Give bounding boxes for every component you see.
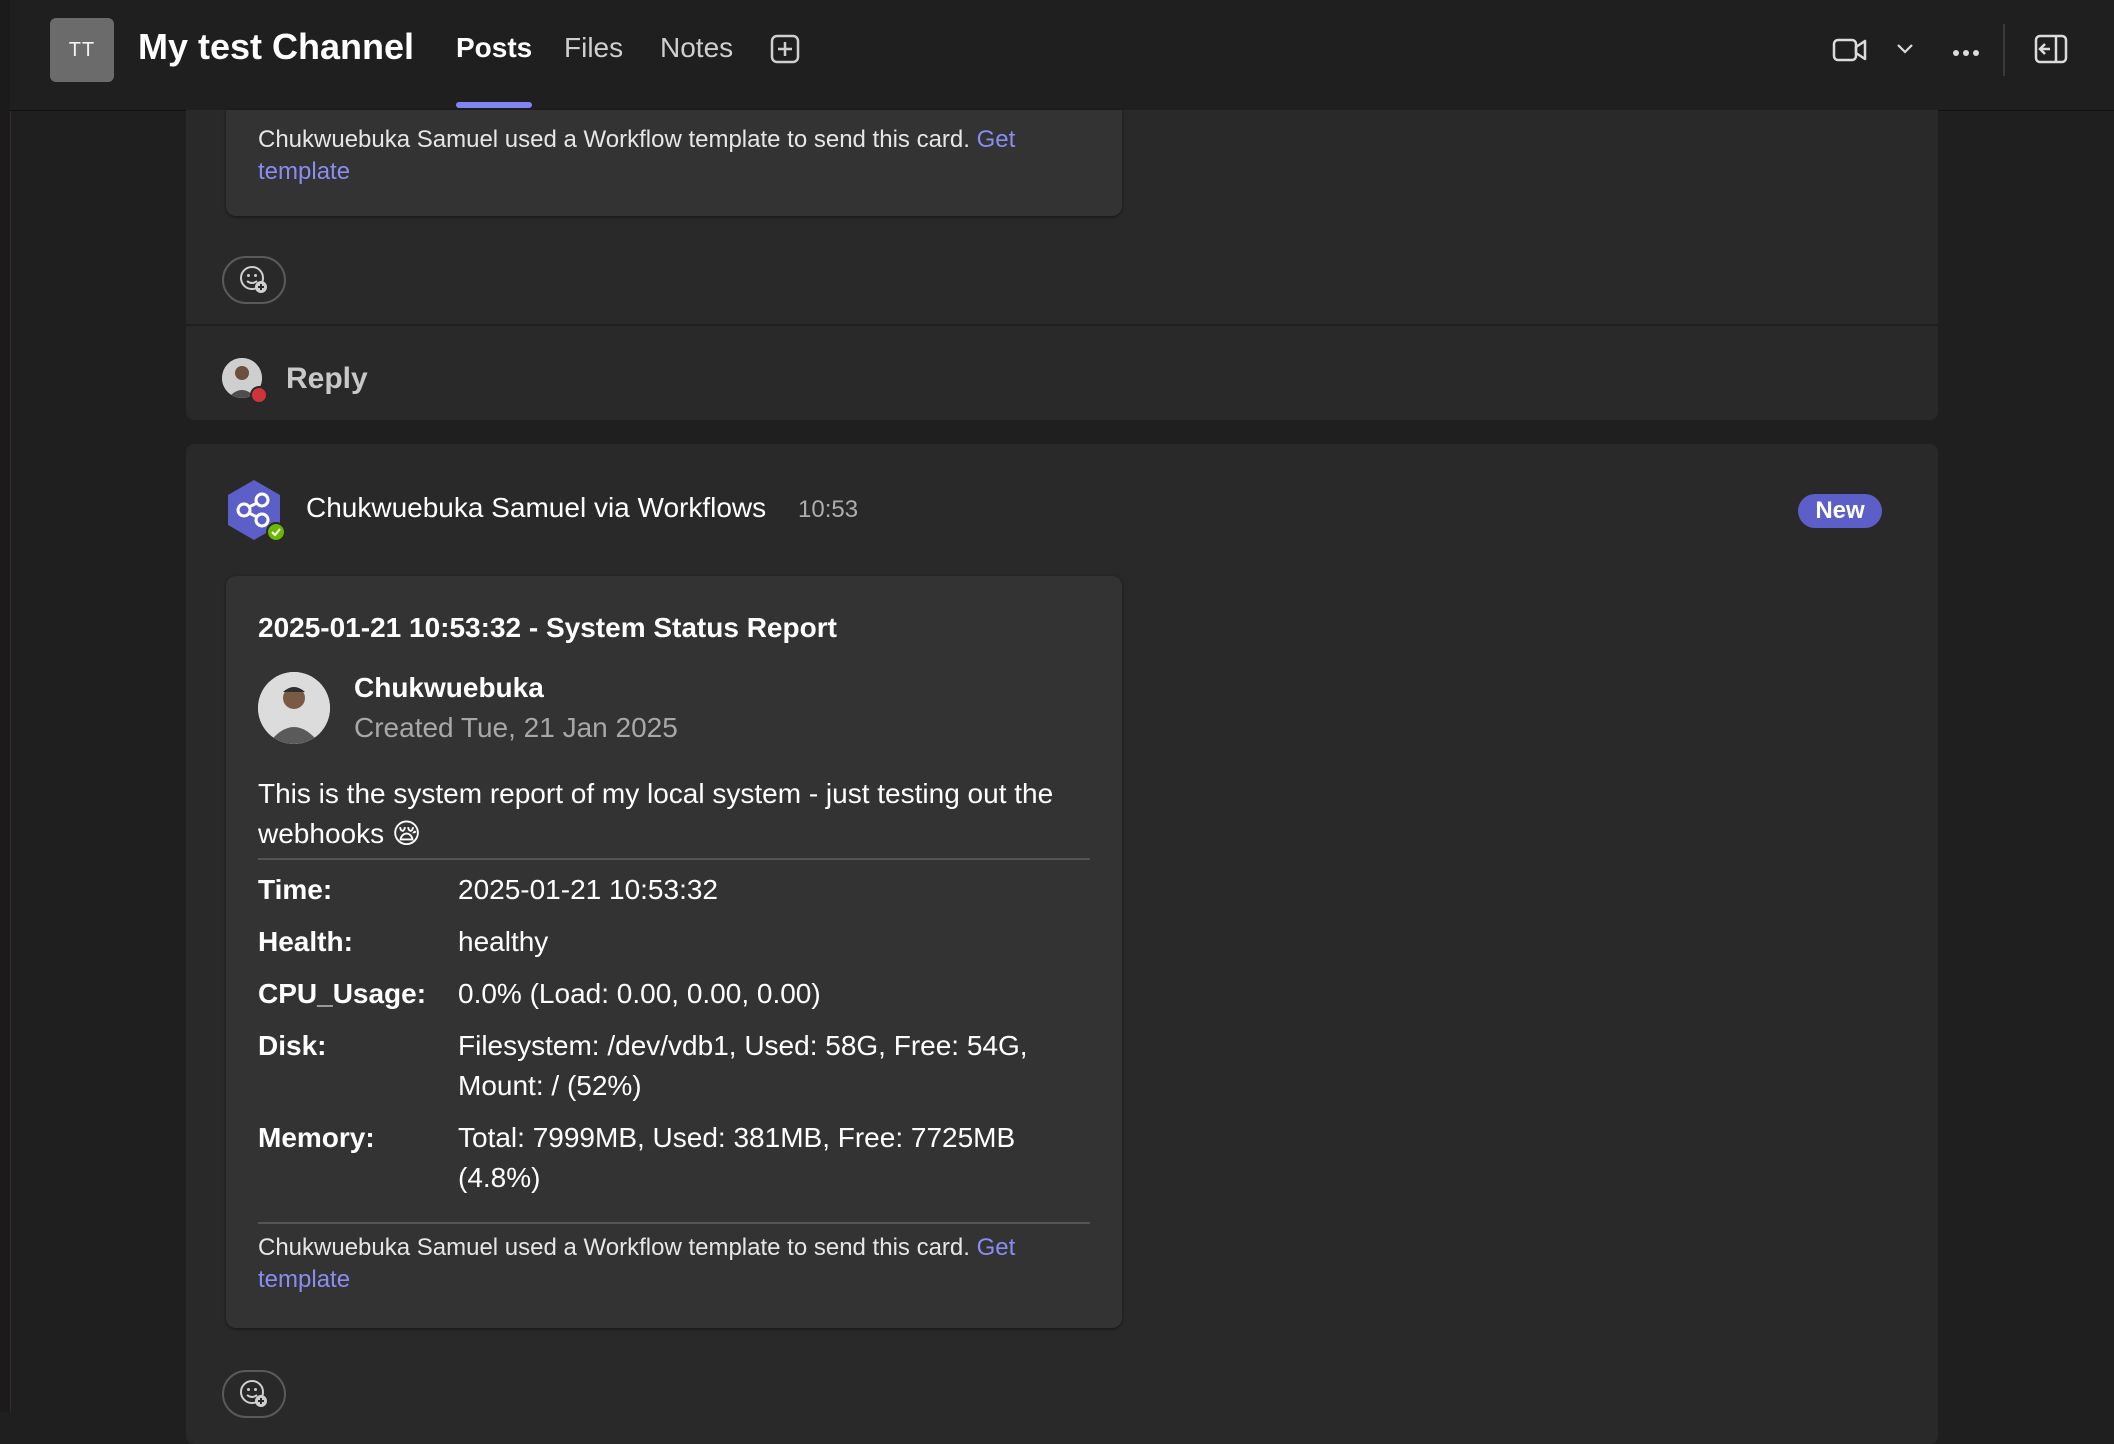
new-badge: New bbox=[1798, 494, 1882, 528]
video-camera-icon[interactable] bbox=[1832, 36, 1868, 69]
message-thread: Chukwuebuka Samuel used a Workflow templ… bbox=[186, 110, 1938, 420]
emoji-add-icon bbox=[240, 266, 267, 293]
card-divider bbox=[258, 858, 1090, 860]
channel-header: TT My test Channel Posts Files Notes bbox=[10, 0, 2114, 111]
chevron-down-icon[interactable] bbox=[1896, 42, 1914, 61]
more-options-icon[interactable] bbox=[1952, 44, 1980, 62]
add-reaction-button[interactable] bbox=[222, 1370, 286, 1418]
emoji-add-icon bbox=[240, 1380, 267, 1407]
message-thread: Chukwuebuka Samuel via Workflows 10:53 N… bbox=[186, 444, 1938, 1444]
adaptive-card: Chukwuebuka Samuel used a Workflow templ… bbox=[226, 110, 1122, 216]
card-divider bbox=[258, 1222, 1090, 1224]
tab-notes[interactable]: Notes bbox=[660, 32, 733, 64]
fact-key: CPU_Usage: bbox=[258, 978, 427, 1009]
fact-value: 0.0% (Load: 0.00, 0.00, 0.00) bbox=[458, 978, 821, 1009]
reply-row[interactable]: Reply bbox=[186, 324, 1938, 422]
message-timestamp: 10:53 bbox=[798, 496, 859, 523]
fact-key: Time: bbox=[258, 874, 333, 905]
adaptive-card: 2025-01-21 10:53:32 - System Status Repo… bbox=[226, 576, 1122, 1328]
fact-value: healthy bbox=[458, 926, 549, 957]
card-title: 2025-01-21 10:53:32 - System Status Repo… bbox=[258, 612, 837, 643]
fact-row: CPU_Usage: 0.0% (Load: 0.00, 0.00, 0.00) bbox=[258, 974, 1090, 1014]
fact-value: Filesystem: /dev/vdb1, Used: 58G, Free: … bbox=[458, 1030, 1028, 1101]
fact-key: Memory: bbox=[258, 1122, 375, 1153]
reply-button[interactable]: Reply bbox=[286, 362, 368, 396]
busy-status-icon bbox=[250, 386, 268, 404]
fact-set: Time: 2025-01-21 10:53:32 Health: health… bbox=[258, 870, 1090, 1210]
tab-files[interactable]: Files bbox=[564, 32, 623, 64]
tab-posts[interactable]: Posts bbox=[456, 32, 532, 64]
card-footer: Chukwuebuka Samuel used a Workflow templ… bbox=[258, 1234, 1016, 1293]
sender-name[interactable]: Chukwuebuka Samuel via Workflows bbox=[306, 492, 766, 524]
header-divider bbox=[2003, 24, 2005, 76]
add-tab-icon[interactable] bbox=[770, 34, 800, 64]
open-panel-icon[interactable] bbox=[2034, 34, 2068, 69]
fact-value: 2025-01-21 10:53:32 bbox=[458, 874, 718, 905]
fact-row: Memory: Total: 7999MB, Used: 381MB, Free… bbox=[258, 1118, 1090, 1198]
left-edge bbox=[0, 0, 11, 1412]
author-created-date: Created Tue, 21 Jan 2025 bbox=[354, 712, 678, 743]
fact-row: Health: healthy bbox=[258, 922, 1090, 962]
add-reaction-button[interactable] bbox=[222, 256, 286, 304]
author-name: Chukwuebuka bbox=[354, 672, 544, 703]
fact-key: Health: bbox=[258, 926, 353, 957]
workflows-bot-avatar bbox=[222, 478, 286, 542]
author-avatar bbox=[258, 672, 330, 744]
fact-row: Time: 2025-01-21 10:53:32 bbox=[258, 870, 1090, 910]
fact-value: Total: 7999MB, Used: 381MB, Free: 7725MB… bbox=[458, 1122, 1016, 1193]
card-footer: Chukwuebuka Samuel used a Workflow templ… bbox=[258, 126, 1016, 185]
channel-title: My test Channel bbox=[138, 26, 415, 67]
fact-key: Disk: bbox=[258, 1030, 327, 1061]
fact-row: Disk: Filesystem: /dev/vdb1, Used: 58G, … bbox=[258, 1026, 1090, 1106]
active-tab-indicator bbox=[456, 102, 532, 108]
card-description: This is the system report of my local sy… bbox=[258, 778, 1054, 849]
team-avatar[interactable]: TT bbox=[50, 18, 114, 82]
